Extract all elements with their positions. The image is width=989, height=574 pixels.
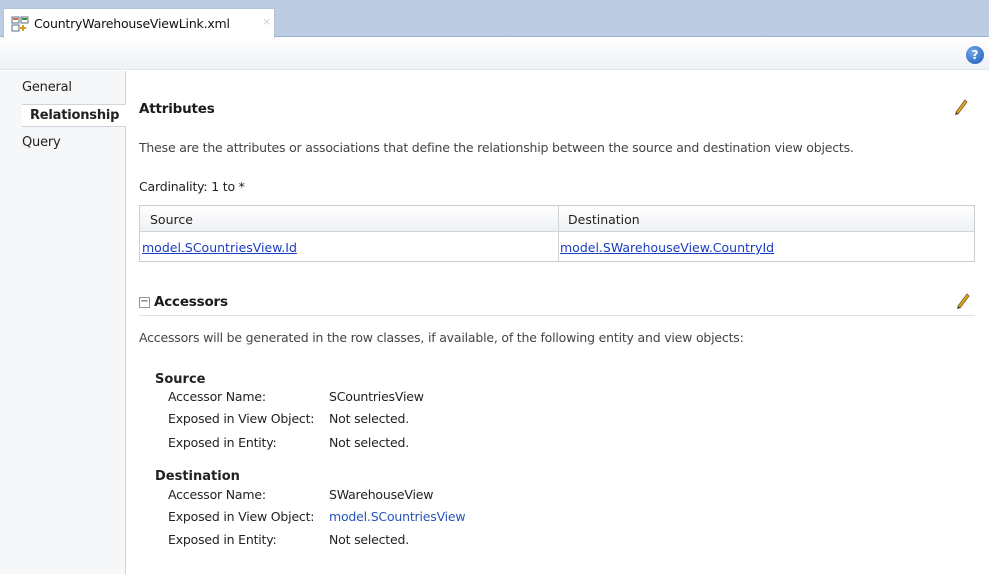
editor-tab-strip: CountryWarehouseViewLink.xml ×: [0, 0, 989, 38]
destination-accessor-name-label: Accessor Name:: [168, 487, 266, 502]
edit-accessors-pencil-icon[interactable]: [955, 291, 971, 309]
destination-exposed-vo-label: Exposed in View Object:: [168, 509, 315, 524]
accessors-collapse-toggle[interactable]: −: [139, 297, 150, 308]
source-exposed-vo-label: Exposed in View Object:: [168, 411, 315, 426]
destination-attribute-link[interactable]: model.SWarehouseView.CountryId: [560, 240, 774, 255]
source-accessor-name-label: Accessor Name:: [168, 389, 266, 404]
close-tab-icon[interactable]: ×: [262, 15, 271, 28]
attributes-heading: Attributes: [139, 101, 215, 117]
destination-accessor-name-value: SWarehouseView: [329, 487, 434, 502]
nav-item-query[interactable]: Query: [22, 135, 61, 150]
source-exposed-entity-value: Not selected.: [329, 435, 410, 450]
editor-side-nav: General Relationship Query: [0, 71, 126, 574]
column-header-destination[interactable]: Destination: [568, 212, 640, 227]
source-exposed-entity-label: Exposed in Entity:: [168, 435, 277, 450]
accessors-heading: Accessors: [154, 294, 228, 310]
nav-item-general[interactable]: General: [22, 80, 72, 95]
accessors-description: Accessors will be generated in the row c…: [139, 330, 744, 345]
column-header-source[interactable]: Source: [150, 212, 193, 227]
cardinality-label: Cardinality: 1 to *: [139, 179, 245, 194]
destination-group-title: Destination: [155, 469, 240, 484]
editor-toolbar: ?: [0, 38, 989, 70]
nav-item-relationship[interactable]: Relationship: [22, 104, 126, 127]
accessors-divider: [139, 315, 975, 316]
source-exposed-vo-value: Not selected.: [329, 411, 410, 426]
attributes-description: These are the attributes or associations…: [139, 140, 854, 155]
editor-tab-title: CountryWarehouseViewLink.xml: [34, 16, 230, 31]
help-icon[interactable]: ?: [966, 46, 984, 64]
source-group-title: Source: [155, 372, 206, 387]
source-accessor-name-value: SCountriesView: [329, 389, 424, 404]
attributes-table-header: Source Destination: [140, 206, 974, 232]
destination-exposed-entity-label: Exposed in Entity:: [168, 532, 277, 547]
destination-exposed-entity-value: Not selected.: [329, 532, 410, 547]
view-link-icon: [11, 15, 29, 33]
editor-tab[interactable]: CountryWarehouseViewLink.xml ×: [3, 8, 275, 38]
column-divider[interactable]: [558, 206, 559, 261]
source-attribute-link[interactable]: model.SCountriesView.Id: [142, 240, 297, 255]
attributes-table: Source Destination model.SCountriesView.…: [139, 205, 975, 262]
destination-exposed-vo-link[interactable]: model.SCountriesView: [329, 509, 466, 524]
relationship-panel: Attributes These are the attributes or a…: [127, 71, 989, 574]
edit-attributes-pencil-icon[interactable]: [953, 97, 969, 115]
